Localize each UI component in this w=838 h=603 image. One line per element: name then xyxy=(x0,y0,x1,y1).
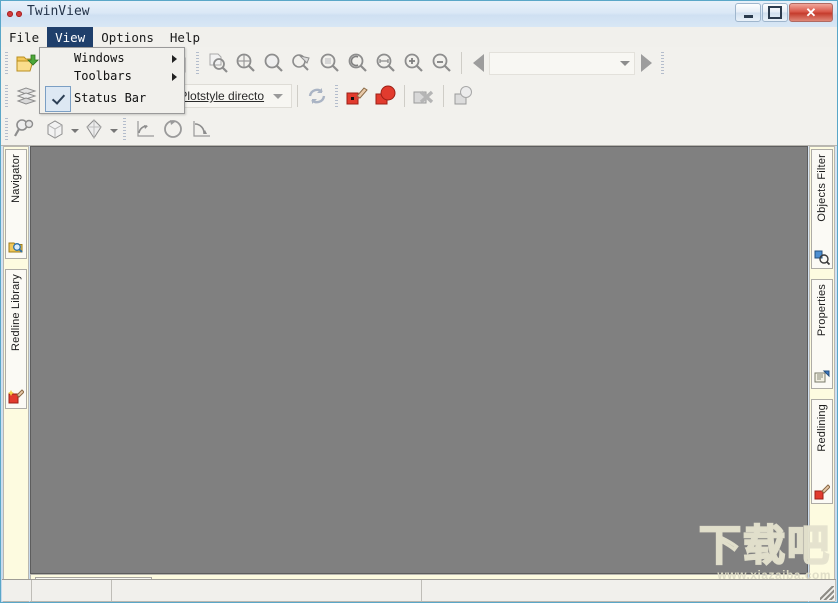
angle-icon[interactable] xyxy=(131,115,159,143)
objects-filter-icon xyxy=(814,249,831,266)
sidebar-item-label: Objects Filter xyxy=(816,154,828,222)
zoom-dynamic-icon[interactable] xyxy=(344,49,372,77)
properties-icon xyxy=(814,369,830,385)
status-cell-1 xyxy=(2,580,32,601)
open-folder-icon[interactable] xyxy=(13,49,41,77)
menu-item-label: Toolbars xyxy=(74,69,132,83)
prev-arrow-icon[interactable] xyxy=(467,50,489,76)
sidebar-item-label: Redline Library xyxy=(10,274,22,351)
menu-bar: File View Options Help xyxy=(1,27,837,48)
toolbar-grip-icon[interactable] xyxy=(194,52,202,74)
sidebar-item-label: Redlining xyxy=(816,404,828,452)
zoom-all-icon[interactable] xyxy=(260,49,288,77)
minimize-button[interactable] xyxy=(735,3,761,22)
menu-view[interactable]: View xyxy=(47,27,94,47)
toolbar-grip-icon[interactable] xyxy=(121,118,129,140)
zoom-out-icon[interactable] xyxy=(428,49,456,77)
menu-help[interactable]: Help xyxy=(162,27,208,47)
status-cell-3 xyxy=(112,580,422,601)
zoom-in-icon[interactable] xyxy=(400,49,428,77)
menu-item-toolbars[interactable]: Toolbars xyxy=(40,67,184,85)
status-cell-2 xyxy=(32,580,112,601)
resize-grip-icon[interactable] xyxy=(820,586,834,600)
rotate-icon[interactable] xyxy=(159,115,187,143)
submenu-arrow-icon xyxy=(172,73,177,81)
navigator-search-icon xyxy=(8,239,24,255)
right-panel-strip: Objects Filter Properties Redlining xyxy=(809,146,835,602)
chevron-down-icon[interactable] xyxy=(108,115,119,143)
application-window: TwinView ✕ File View Options Help Set Pl… xyxy=(0,0,838,603)
redlining-pen-icon xyxy=(814,484,831,500)
toolbar-separator xyxy=(461,52,462,74)
close-button[interactable]: ✕ xyxy=(789,3,833,22)
twinview-logo-icon xyxy=(7,8,23,20)
maximize-button[interactable] xyxy=(762,3,788,22)
zoom-center-icon[interactable] xyxy=(232,49,260,77)
chevron-down-icon[interactable] xyxy=(69,115,80,143)
sidebar-item-redlining[interactable]: Redlining xyxy=(811,399,833,504)
title-bar: TwinView ✕ xyxy=(1,1,837,27)
box-3d-icon[interactable] xyxy=(41,115,69,143)
delete-redline-icon[interactable] xyxy=(410,82,438,110)
redline-library-icon xyxy=(8,389,25,405)
stack-layers-icon[interactable] xyxy=(13,82,41,110)
menu-file[interactable]: File xyxy=(1,27,47,47)
sidebar-item-properties[interactable]: Properties xyxy=(811,279,833,389)
sidebar-item-label: Properties xyxy=(816,284,828,337)
toolbar-separator xyxy=(297,85,298,107)
redline-note-icon[interactable] xyxy=(449,82,477,110)
next-arrow-icon[interactable] xyxy=(635,50,657,76)
left-panel-strip: Navigator Redline Library xyxy=(3,146,29,602)
chevron-down-icon[interactable] xyxy=(273,94,283,99)
toolbar-grip-icon[interactable] xyxy=(3,118,11,140)
redline-shape-icon[interactable] xyxy=(371,82,399,110)
window-controls: ✕ xyxy=(735,3,833,22)
toolbar-grip-icon[interactable] xyxy=(3,52,11,74)
redline-pen-icon[interactable] xyxy=(343,82,371,110)
toolbar-grip-icon[interactable] xyxy=(333,85,341,107)
refresh-icon[interactable] xyxy=(303,82,331,110)
toolbar-separator xyxy=(443,85,444,107)
submenu-arrow-icon xyxy=(172,55,177,63)
navigation-combo[interactable] xyxy=(489,51,635,75)
menu-item-windows[interactable]: Windows xyxy=(40,49,184,67)
view-menu-popup: Windows Toolbars Status Bar xyxy=(39,47,185,114)
toolbar-row-3 xyxy=(1,113,837,145)
zoom-previous-icon[interactable] xyxy=(316,49,344,77)
sidebar-item-redline-library[interactable]: Redline Library xyxy=(5,269,27,409)
angle2-icon[interactable] xyxy=(187,115,215,143)
sidebar-item-label: Navigator xyxy=(10,154,22,203)
menu-item-label: Windows xyxy=(74,51,125,65)
sidebar-item-objects-filter[interactable]: Objects Filter xyxy=(811,149,833,269)
diamond-3d-icon[interactable] xyxy=(80,115,108,143)
menu-options[interactable]: Options xyxy=(93,27,162,47)
zoom-extents-icon[interactable] xyxy=(372,49,400,77)
zoom-pan-icon[interactable] xyxy=(288,49,316,77)
menu-item-label: Status Bar xyxy=(74,91,147,105)
toolbar-grip-icon[interactable] xyxy=(659,52,667,74)
toolbar-grip-icon[interactable] xyxy=(3,85,11,107)
measure-icon[interactable] xyxy=(13,115,41,143)
menu-item-status-bar[interactable]: Status Bar xyxy=(40,85,184,112)
main-body: Navigator Redline Library Objects Filter… xyxy=(1,146,837,602)
zoom-window-icon[interactable] xyxy=(204,49,232,77)
window-title: TwinView xyxy=(27,4,90,19)
checkmark-icon xyxy=(45,86,71,112)
toolbar-separator xyxy=(404,85,405,107)
status-cell-4 xyxy=(422,580,836,601)
drawing-canvas[interactable] xyxy=(30,146,808,574)
status-bar xyxy=(2,579,836,601)
sidebar-item-navigator[interactable]: Navigator xyxy=(5,149,27,259)
